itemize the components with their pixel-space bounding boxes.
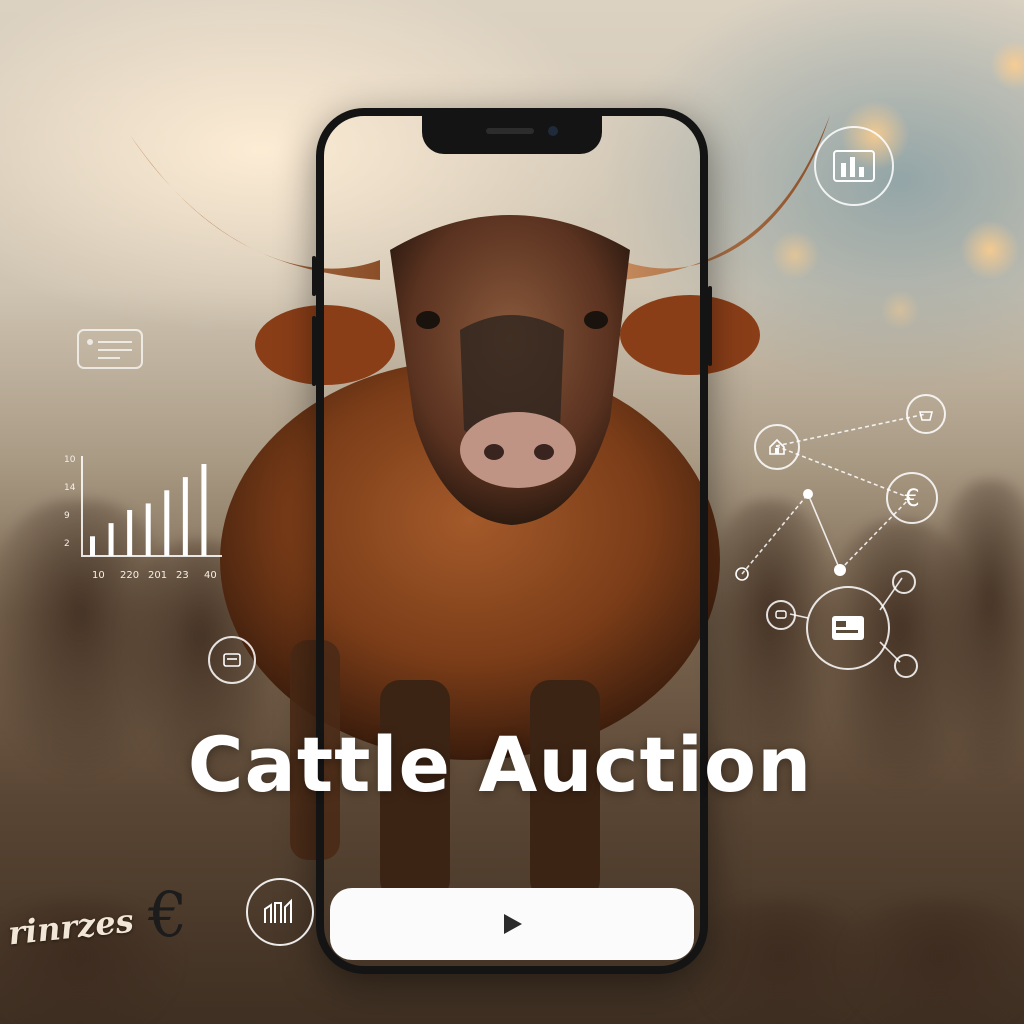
card-icon	[77, 329, 143, 369]
chart-x-tick-label: 201	[148, 570, 167, 581]
chart-bar	[182, 477, 188, 556]
phone-notch	[422, 114, 602, 154]
volume-button	[312, 316, 316, 386]
front-camera	[548, 126, 558, 136]
house-icon	[754, 424, 800, 470]
analytics-icon	[208, 636, 256, 684]
speaker-grill	[486, 128, 534, 134]
chart-y-tick-label: 2	[64, 539, 70, 549]
chart-bar	[108, 523, 114, 556]
chart-x-tick-label: 220	[120, 570, 139, 581]
volume-button	[312, 256, 316, 296]
chart-y-tick-label: 10	[64, 455, 76, 465]
chart-bar	[127, 510, 133, 556]
chat-icon	[766, 600, 796, 630]
chart-x-tick-label: 10	[92, 570, 105, 581]
chart-bar	[145, 503, 151, 556]
play-icon	[504, 914, 522, 934]
chart-bar	[164, 490, 170, 556]
bar-chart-plot: 10 14 9 2 10 220 201 23 40	[64, 455, 222, 581]
badge-icon	[892, 570, 916, 594]
payment-card-icon	[806, 586, 890, 670]
chart-bar	[201, 464, 207, 556]
currency-icon: €	[886, 472, 938, 524]
chart-axis	[81, 456, 222, 557]
page-title: Cattle Auction	[187, 720, 813, 809]
basket-icon	[906, 394, 946, 434]
phone-frame	[312, 108, 712, 974]
play-button[interactable]	[330, 888, 694, 960]
analytics-icon	[814, 126, 894, 206]
chart-y-tick-label: 9	[64, 511, 70, 521]
chart-x-tick-label: 23	[176, 570, 189, 581]
euro-icon: €	[148, 878, 188, 951]
side-button	[708, 286, 712, 366]
chart-y-tick-label: 14	[64, 483, 76, 493]
cattle-seal-icon	[246, 878, 314, 946]
chart-bar	[90, 536, 95, 556]
badge-icon	[894, 654, 918, 678]
chart-x-tick-label: 40	[204, 570, 217, 581]
bar-chart-icon: 10 14 9 2 10 220 201 23 40	[60, 448, 230, 588]
